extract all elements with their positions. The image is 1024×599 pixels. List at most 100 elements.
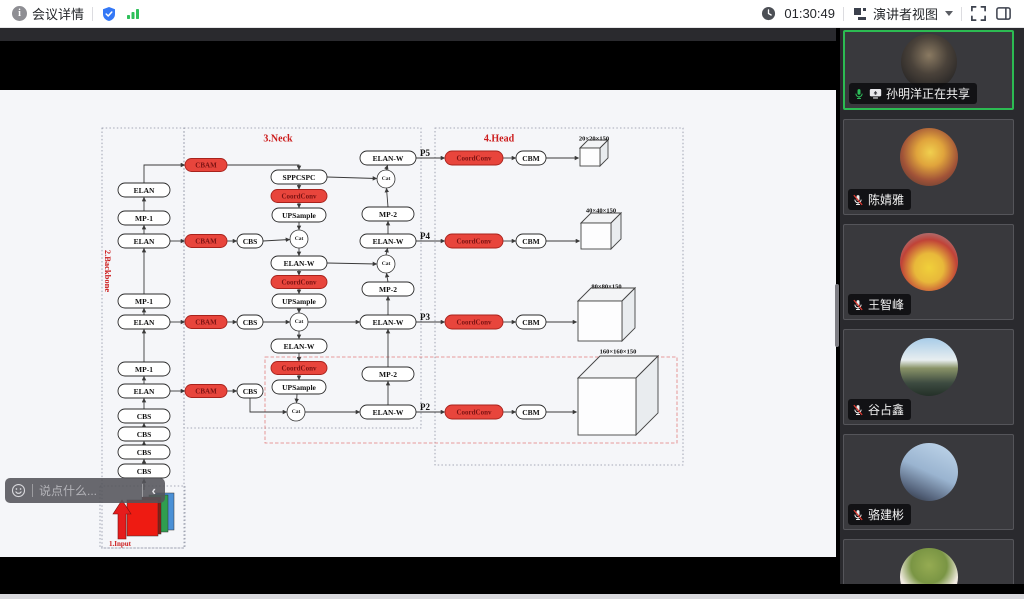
fullscreen-button[interactable] xyxy=(970,5,987,22)
node-label: CoordConv xyxy=(456,154,492,162)
node-label: Cat xyxy=(295,319,304,325)
participants-scrollbar[interactable] xyxy=(835,284,839,347)
node-label: CBS xyxy=(137,467,152,476)
node-label: CoordConv xyxy=(281,278,317,286)
participant-name-tag: 陈婧雅 xyxy=(848,189,911,210)
node-label: CBS xyxy=(137,448,152,457)
mic-muted-icon xyxy=(852,299,864,311)
divider xyxy=(92,7,93,21)
node-label: CBM xyxy=(522,154,540,163)
node-label: CoordConv xyxy=(456,318,492,326)
avatar xyxy=(900,548,958,584)
collapse-chat-chevron-icon[interactable]: ‹ xyxy=(149,484,159,497)
network-architecture-diagram: ELANMP-1ELANMP-1ELANMP-1ELANCBSCBSCBSCBS… xyxy=(95,123,695,555)
node-label: ELAN-W xyxy=(373,154,404,163)
diagram-edge xyxy=(250,398,287,412)
meeting-details-button[interactable]: i 会议详情 xyxy=(12,4,84,23)
node-label: Cat xyxy=(382,261,391,267)
participant-name: 陈婧雅 xyxy=(868,191,904,208)
info-icon: i xyxy=(12,6,27,21)
section-title: 3.Neck xyxy=(263,134,293,145)
section-title: 1.Input xyxy=(109,540,132,548)
diagram-edge xyxy=(327,263,377,264)
feature-cube-front xyxy=(578,301,622,341)
participant-name: 孙明洋正在共享 xyxy=(886,85,970,102)
node-label: MP-1 xyxy=(135,214,153,223)
participant-tile[interactable]: 骆建彬 xyxy=(843,434,1014,530)
cube-size-label: 160×160×150 xyxy=(600,349,637,356)
avatar xyxy=(900,443,958,501)
diagram-edge xyxy=(327,177,377,179)
node-label: ELAN-W xyxy=(373,237,404,246)
screen-share-icon xyxy=(869,88,882,99)
participant-name-tag: 骆建彬 xyxy=(848,504,911,525)
node-label: UPSample xyxy=(282,211,316,220)
node-label: UPSample xyxy=(282,297,316,306)
share-top-strip xyxy=(0,28,836,41)
pin-label: P3 xyxy=(420,312,430,322)
diagram-edge xyxy=(386,166,388,171)
participant-tile[interactable]: 陈婧雅 xyxy=(843,119,1014,215)
chat-input[interactable] xyxy=(39,484,136,498)
feature-cube-front xyxy=(580,148,600,166)
pin-label: P5 xyxy=(420,148,430,158)
node-label: CBS xyxy=(243,318,258,327)
network-signal-icon[interactable] xyxy=(125,7,141,21)
diagram-edge xyxy=(263,240,290,242)
node-label: MP-2 xyxy=(379,210,397,219)
input-image-layer xyxy=(127,500,158,536)
view-mode-label: 演讲者视图 xyxy=(873,4,938,23)
node-label: CoordConv xyxy=(281,364,317,372)
diagram-edge xyxy=(227,165,299,170)
window-bottom-edge xyxy=(0,594,1024,599)
cube-size-label: 80×80×150 xyxy=(591,284,621,291)
security-shield-icon[interactable] xyxy=(101,6,117,22)
node-label: CoordConv xyxy=(456,408,492,416)
participant-name-tag: 谷占鑫 xyxy=(848,399,911,420)
participant-name-tag: 王智峰 xyxy=(848,294,911,315)
divider xyxy=(961,7,962,21)
view-mode-button[interactable]: 演讲者视图 xyxy=(852,4,953,23)
node-label: MP-1 xyxy=(135,297,153,306)
pin-label: P2 xyxy=(420,402,430,412)
participant-tile-sharing[interactable]: 孙明洋正在共享 xyxy=(843,30,1014,110)
participant-name: 骆建彬 xyxy=(868,506,904,523)
node-label: CBAM xyxy=(195,318,217,326)
feature-cube-front xyxy=(578,378,636,435)
emoji-icon[interactable] xyxy=(11,483,26,498)
meeting-timer: 01:30:49 xyxy=(784,6,835,21)
node-label: UPSample xyxy=(282,383,316,392)
node-label: ELAN-W xyxy=(373,318,404,327)
diagram-edge xyxy=(297,394,298,403)
node-label: MP-1 xyxy=(135,365,153,374)
shared-screen-area: ELANMP-1ELANMP-1ELANMP-1ELANCBSCBSCBSCBS… xyxy=(0,28,836,599)
cube-size-label: 40×40×150 xyxy=(586,208,616,215)
node-label: ELAN-W xyxy=(373,408,404,417)
node-label: ELAN-W xyxy=(284,259,315,268)
participant-tile[interactable]: 王智峰 xyxy=(843,224,1014,320)
node-label: CBS xyxy=(137,412,152,421)
section-title: 4.Head xyxy=(484,134,515,145)
participant-tile[interactable] xyxy=(843,539,1014,584)
mic-muted-icon xyxy=(852,194,864,206)
node-label: Cat xyxy=(292,409,301,415)
meeting-details-label: 会议详情 xyxy=(32,4,84,23)
node-label: CBAM xyxy=(195,161,217,169)
node-label: MP-2 xyxy=(379,285,397,294)
node-label: CBS xyxy=(137,430,152,439)
node-label: Cat xyxy=(295,236,304,242)
divider xyxy=(32,484,33,497)
node-label: CoordConv xyxy=(456,237,492,245)
avatar xyxy=(900,338,958,396)
node-label: CBS xyxy=(243,387,258,396)
node-label: CBM xyxy=(522,408,540,417)
participant-name-tag: 孙明洋正在共享 xyxy=(849,83,977,104)
node-label: CBAM xyxy=(195,387,217,395)
diagram-edge xyxy=(386,249,388,256)
layout-view-icon xyxy=(852,6,868,22)
pin-label: P4 xyxy=(420,231,430,241)
node-label: CBM xyxy=(522,237,540,246)
node-label: Cat xyxy=(382,176,391,182)
participant-tile[interactable]: 谷占鑫 xyxy=(843,329,1014,425)
sidebar-toggle-button[interactable] xyxy=(995,5,1012,22)
